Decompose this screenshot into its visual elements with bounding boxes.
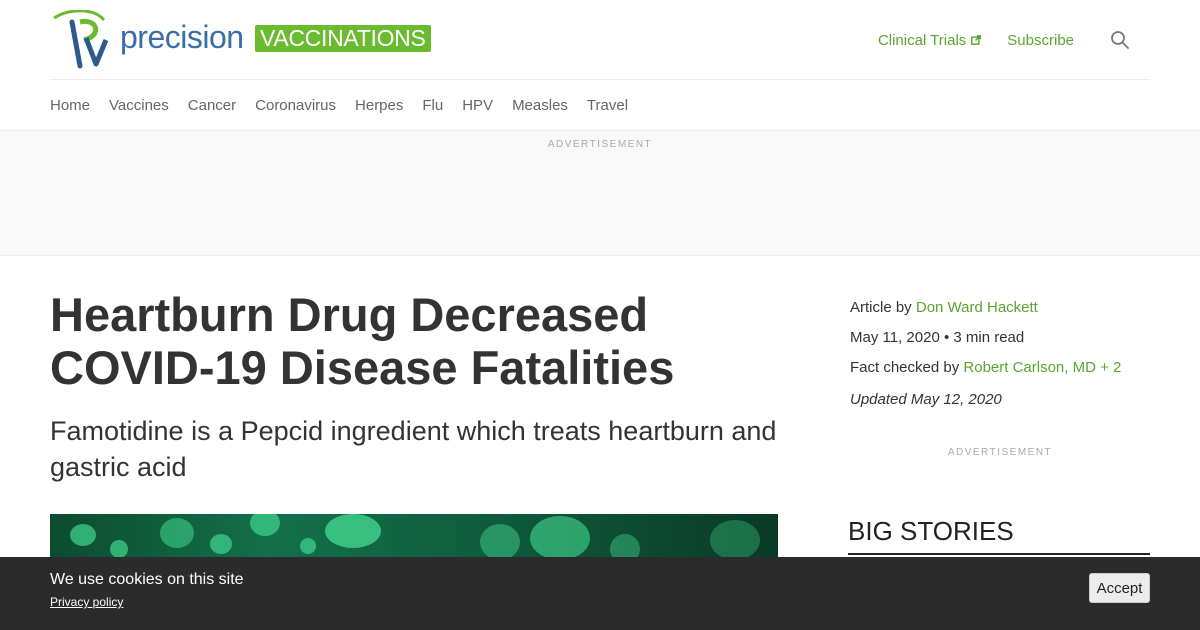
nav-coronavirus[interactable]: Coronavirus xyxy=(255,97,336,114)
author-link[interactable]: Don Ward Hackett xyxy=(916,299,1038,316)
nav-vaccines[interactable]: Vaccines xyxy=(109,97,169,114)
clinical-trials-link[interactable]: Clinical Trials xyxy=(877,31,982,49)
clinical-trials-label: Clinical Trials xyxy=(877,31,967,49)
fact-check: Fact checked by Robert Carlson, MD + 2 xyxy=(850,358,1150,388)
ad-label: ADVERTISEMENT xyxy=(547,139,653,150)
nav-measles[interactable]: Measles xyxy=(512,97,568,114)
site-logo[interactable]: precision VACCINATIONS xyxy=(50,10,431,70)
article-title: Heartburn Drug Decreased COVID-19 Diseas… xyxy=(50,288,675,394)
nav-cancer[interactable]: Cancer xyxy=(188,97,236,114)
publish-date: May 11, 2020 • 3 min read xyxy=(850,329,1025,346)
more-checkers-link[interactable]: + 2 xyxy=(1100,359,1121,376)
byline: Article by Don Ward Hackett xyxy=(850,298,1150,328)
updated-date: Updated May 12, 2020 xyxy=(850,391,1002,408)
logo-wordmark: precision xyxy=(120,19,244,55)
pv-logo-icon xyxy=(53,10,109,69)
big-stories-heading: BIG STORIES xyxy=(848,516,1150,555)
privacy-policy-link[interactable]: Privacy policy xyxy=(50,595,123,609)
cookie-accept-button[interactable]: Accept xyxy=(1089,573,1150,603)
article-subtitle: Famotidine is a Pepcid ingredient which … xyxy=(50,416,777,482)
fact-check-prefix: Fact checked by xyxy=(850,359,960,376)
sidebar-ad-label: ADVERTISEMENT xyxy=(947,447,1053,458)
nav-herpes[interactable]: Herpes xyxy=(355,97,403,114)
byline-prefix: Article by xyxy=(850,299,912,316)
subscribe-link[interactable]: Subscribe xyxy=(1007,32,1074,49)
main-nav: Home Vaccines Cancer Coronavirus Herpes … xyxy=(50,80,1150,130)
nav-travel[interactable]: Travel xyxy=(587,97,628,114)
cookie-message: We use cookies on this site xyxy=(50,571,244,588)
site-header: precision VACCINATIONS Clinical Trials S… xyxy=(50,0,1150,80)
header-links: Clinical Trials Subscribe xyxy=(878,30,1130,50)
top-advertisement[interactable]: ADVERTISEMENT xyxy=(0,130,1200,256)
article-meta: Article by Don Ward Hackett May 11, 2020… xyxy=(850,298,1150,420)
nav-home[interactable]: Home xyxy=(50,97,90,114)
fact-checker-link[interactable]: Robert Carlson, MD xyxy=(963,359,1096,376)
search-icon[interactable] xyxy=(1110,30,1130,50)
logo-badge: VACCINATIONS xyxy=(255,25,431,52)
nav-flu[interactable]: Flu xyxy=(422,97,443,114)
external-link-icon xyxy=(971,35,982,45)
nav-hpv[interactable]: HPV xyxy=(462,97,493,114)
cookie-banner: We use cookies on this site Privacy poli… xyxy=(0,557,1200,630)
